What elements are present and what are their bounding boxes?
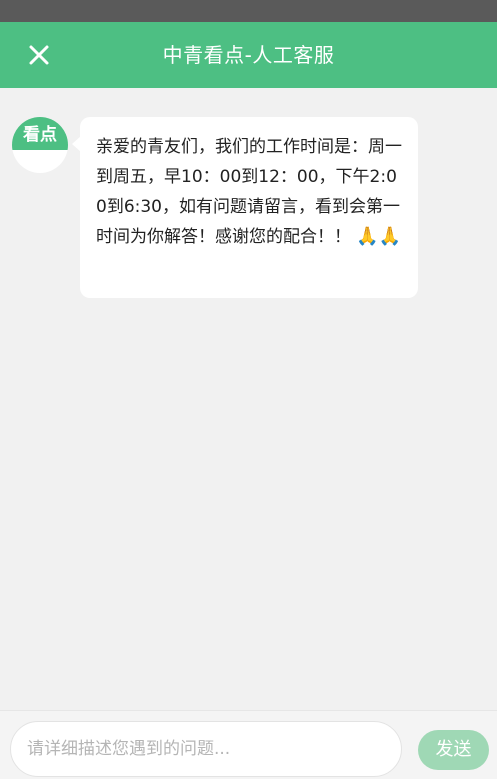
agent-avatar: 看点: [12, 117, 68, 173]
avatar-label: 看点: [23, 125, 57, 145]
message-bubble: 亲爱的青友们，我们的工作时间是：周一到周五，早10：00到12：00，下午2:0…: [80, 117, 418, 298]
app-header: 中青看点-人工客服: [0, 22, 497, 88]
praying-hands-icon: 🙏🙏: [356, 226, 402, 247]
page-title: 中青看点-人工客服: [162, 43, 335, 67]
status-bar: [0, 0, 497, 22]
message-composer: 发送: [0, 710, 497, 779]
chat-area[interactable]: 看点 亲爱的青友们，我们的工作时间是：周一到周五，早10：00到12：00，下午…: [0, 88, 497, 710]
send-button[interactable]: 发送: [418, 730, 489, 770]
message-input[interactable]: [10, 721, 402, 777]
